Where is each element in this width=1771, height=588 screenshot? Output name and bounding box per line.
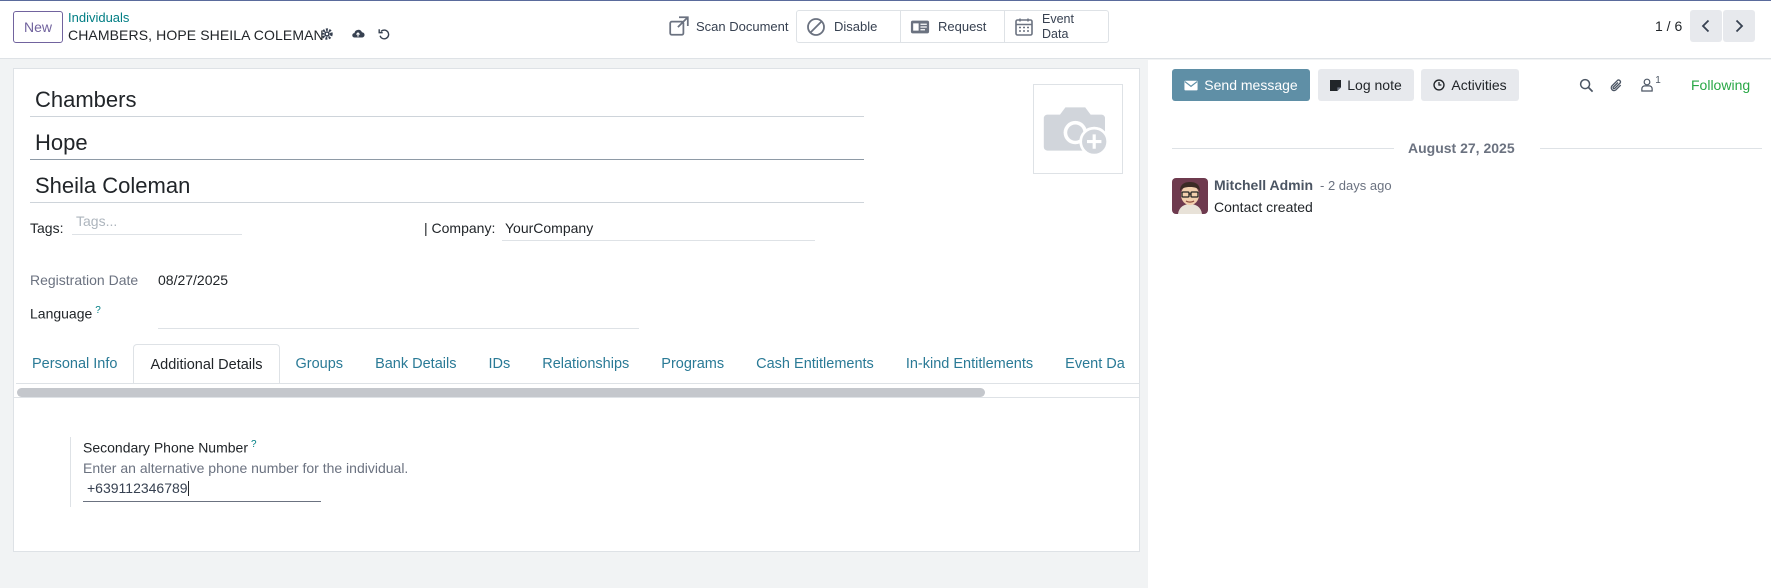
activities-label: Activities	[1451, 77, 1507, 93]
company-label: | Company:	[424, 220, 496, 236]
clock-icon	[1433, 79, 1446, 91]
event-data-button[interactable]: Event Data	[1005, 11, 1108, 42]
secondary-phone-input[interactable]: +639112346789	[83, 480, 321, 502]
company-underline	[502, 240, 815, 241]
language-label: Language?	[30, 305, 101, 322]
tab-in-kind-entitlements[interactable]: In-kind Entitlements	[890, 344, 1049, 383]
disable-label: Disable	[834, 19, 878, 34]
followers-count: 1	[1655, 74, 1661, 86]
new-button[interactable]: New	[13, 11, 63, 43]
breadcrumb-current-record: CHAMBERS, HOPE SHEILA COLEMAN	[68, 27, 324, 43]
tabs-horizontal-scrollbar[interactable]	[17, 388, 985, 397]
message-timestamp: - 2 days ago	[1320, 178, 1392, 193]
activities-button[interactable]: Activities	[1421, 69, 1519, 101]
tab-event-da[interactable]: Event Da	[1049, 344, 1140, 383]
tab-bank-details[interactable]: Bank Details	[359, 344, 472, 383]
date-separator-line-left	[1172, 148, 1394, 149]
date-separator: August 27, 2025	[1408, 140, 1515, 156]
calendar-icon	[1015, 18, 1033, 36]
secondary-phone-help-text: Enter an alternative phone number for th…	[83, 459, 409, 476]
following-status-button[interactable]: Following	[1691, 77, 1750, 93]
tabs-divider	[14, 397, 1139, 398]
tab-ids[interactable]: IDs	[472, 344, 526, 383]
tab-cash-entitlements[interactable]: Cash Entitlements	[740, 344, 890, 383]
chevron-right-icon	[1735, 19, 1744, 33]
tab-relationships[interactable]: Relationships	[526, 344, 645, 383]
chatter-panel: Send message Log note Activities 1 Follo…	[1148, 60, 1771, 588]
tab-programs[interactable]: Programs	[645, 344, 740, 383]
language-help-icon[interactable]: ?	[95, 305, 101, 316]
envelope-icon	[1184, 80, 1198, 90]
search-icon[interactable]	[1577, 76, 1595, 94]
external-link-icon	[669, 16, 689, 36]
given-name-input[interactable]: Hope	[30, 126, 864, 160]
text-caret	[187, 480, 189, 496]
tags-input[interactable]: Tags...	[72, 213, 242, 235]
additional-name-input[interactable]: Sheila Coleman	[30, 169, 864, 203]
scan-document-label: Scan Document	[696, 18, 789, 34]
secondary-phone-group: Secondary Phone Number? Enter an alterna…	[70, 437, 408, 507]
discard-undo-icon[interactable]	[376, 26, 392, 42]
family-name-input[interactable]: Chambers	[30, 83, 864, 117]
cloud-save-icon[interactable]	[350, 26, 366, 42]
secondary-phone-help-icon[interactable]: ?	[251, 439, 257, 450]
chevron-left-icon	[1701, 19, 1710, 33]
author-avatar[interactable]	[1172, 178, 1208, 214]
pager-value[interactable]: 1 / 6	[1655, 18, 1682, 34]
paperclip-icon[interactable]	[1607, 76, 1625, 94]
secondary-phone-label: Secondary Phone Number?	[83, 439, 257, 456]
id-card-icon	[910, 20, 930, 33]
registration-date-value: 08/27/2025	[158, 272, 229, 288]
tags-label: Tags:	[30, 220, 64, 236]
notebook-tabs: Personal Info Additional Details Groups Ban…	[16, 344, 1140, 384]
action-button-group: Disable Request Event Data	[796, 10, 1109, 43]
date-separator-line-right	[1540, 148, 1762, 149]
log-note-button[interactable]: Log note	[1318, 69, 1414, 101]
event-data-label-line2: Data	[1042, 26, 1069, 41]
followers-button[interactable]: 1	[1636, 74, 1666, 94]
company-value[interactable]: YourCompany	[505, 220, 593, 236]
user-icon	[1641, 78, 1653, 92]
form-sheet: Chambers Hope Sheila Coleman Tags: Tags.…	[13, 68, 1140, 552]
language-input[interactable]	[158, 328, 639, 329]
ban-icon	[807, 17, 825, 36]
pager-previous-button[interactable]	[1690, 10, 1722, 42]
registration-date-label: Registration Date	[30, 272, 139, 288]
message-body: Contact created	[1214, 199, 1313, 215]
photo-upload[interactable]	[1033, 84, 1123, 174]
tab-additional-details[interactable]: Additional Details	[133, 344, 280, 383]
camera-add-icon	[1043, 107, 1110, 157]
pager-next-button[interactable]	[1723, 10, 1755, 42]
log-note-label: Log note	[1347, 77, 1402, 93]
breadcrumb-individuals[interactable]: Individuals	[68, 10, 129, 25]
request-label: Request	[938, 19, 987, 34]
tab-personal-info[interactable]: Personal Info	[16, 344, 133, 383]
scan-document-button[interactable]: Scan Document	[668, 13, 789, 39]
disable-button[interactable]: Disable	[797, 11, 901, 42]
send-message-label: Send message	[1204, 77, 1298, 93]
control-panel: New Individuals CHAMBERS, HOPE SHEILA CO…	[0, 1, 1771, 59]
event-data-label-line1: Event	[1042, 11, 1074, 26]
sticky-note-icon	[1330, 79, 1342, 91]
message-author[interactable]: Mitchell Admin	[1214, 177, 1313, 193]
gear-icon[interactable]	[319, 26, 335, 42]
request-button[interactable]: Request	[901, 11, 1005, 42]
tab-groups[interactable]: Groups	[280, 344, 360, 383]
send-message-button[interactable]: Send message	[1172, 69, 1310, 101]
